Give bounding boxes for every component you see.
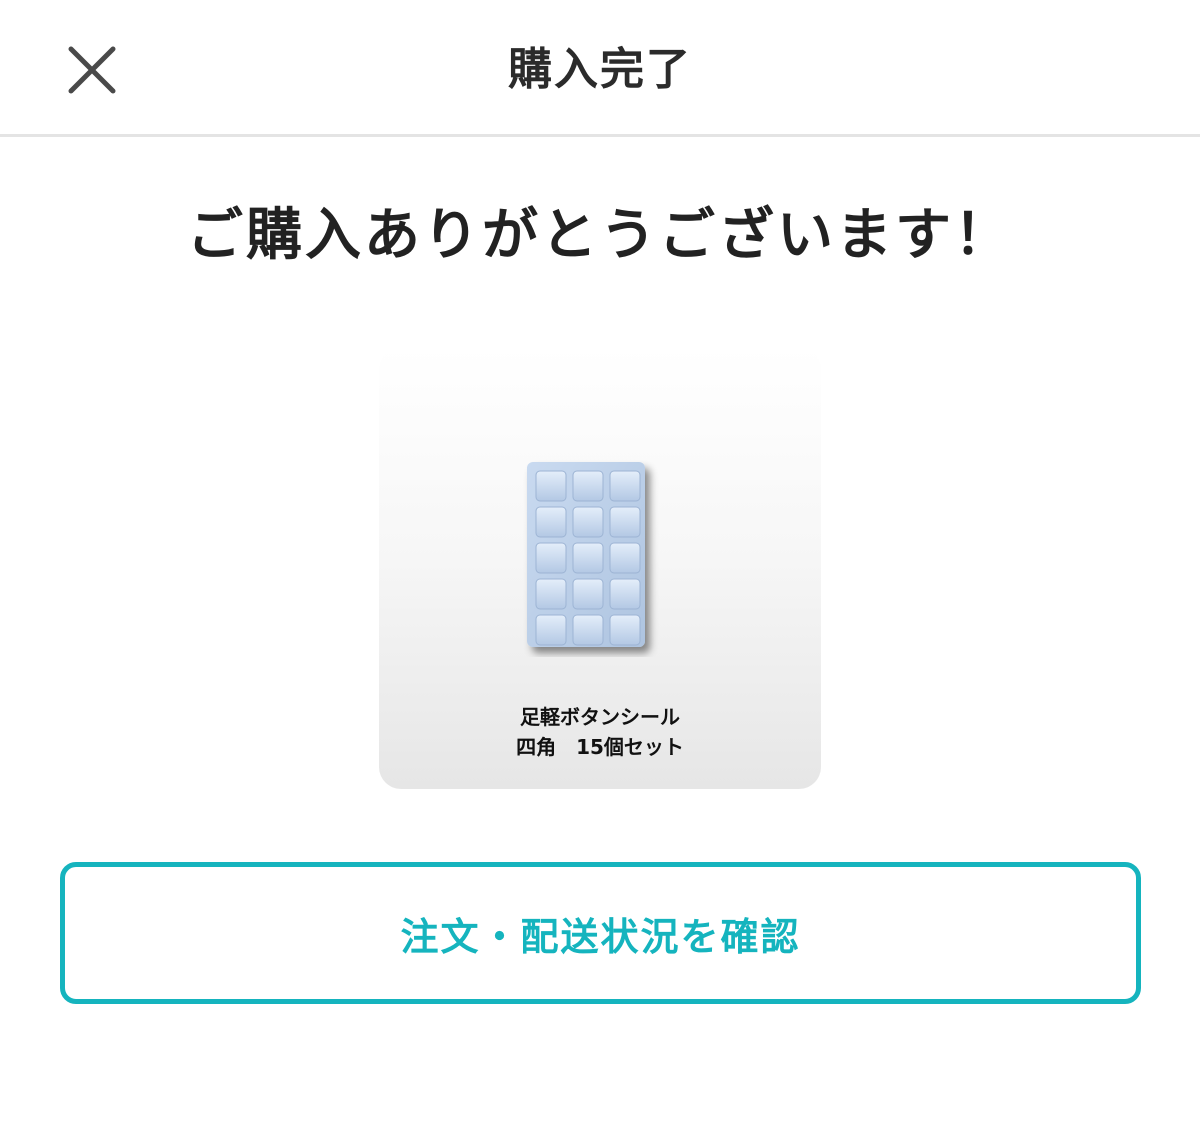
thanks-message: ご購入ありがとうございます！ [187, 203, 1013, 268]
sticker-cell [609, 578, 641, 610]
order-status-button-label: 注文・配送状況を確認 [400, 914, 801, 959]
sticker-cell [535, 542, 567, 574]
sticker-cell [535, 614, 567, 646]
header-bar: 購入完了 [0, 0, 1200, 137]
sticker-cell [535, 578, 567, 610]
order-status-button[interactable]: 注文・配送状況を確認 [60, 862, 1141, 1004]
sticker-cell [609, 542, 641, 574]
sticker-cell [609, 614, 641, 646]
sticker-cell [572, 578, 604, 610]
product-subtitle: 四角 15個セット [516, 735, 684, 759]
sticker-cell [609, 506, 641, 538]
sticker-cell [572, 470, 604, 502]
sticker-cell [572, 542, 604, 574]
product-name: 足軽ボタンシール [520, 705, 680, 729]
sticker-cell [609, 470, 641, 502]
sticker-cell [535, 506, 567, 538]
sticker-cell [572, 614, 604, 646]
product-card: 足軽ボタンシール 四角 15個セット [379, 347, 821, 789]
sticker-cell [572, 506, 604, 538]
product-image [527, 462, 645, 647]
page-title: 購入完了 [508, 44, 692, 95]
sticker-cell [535, 470, 567, 502]
